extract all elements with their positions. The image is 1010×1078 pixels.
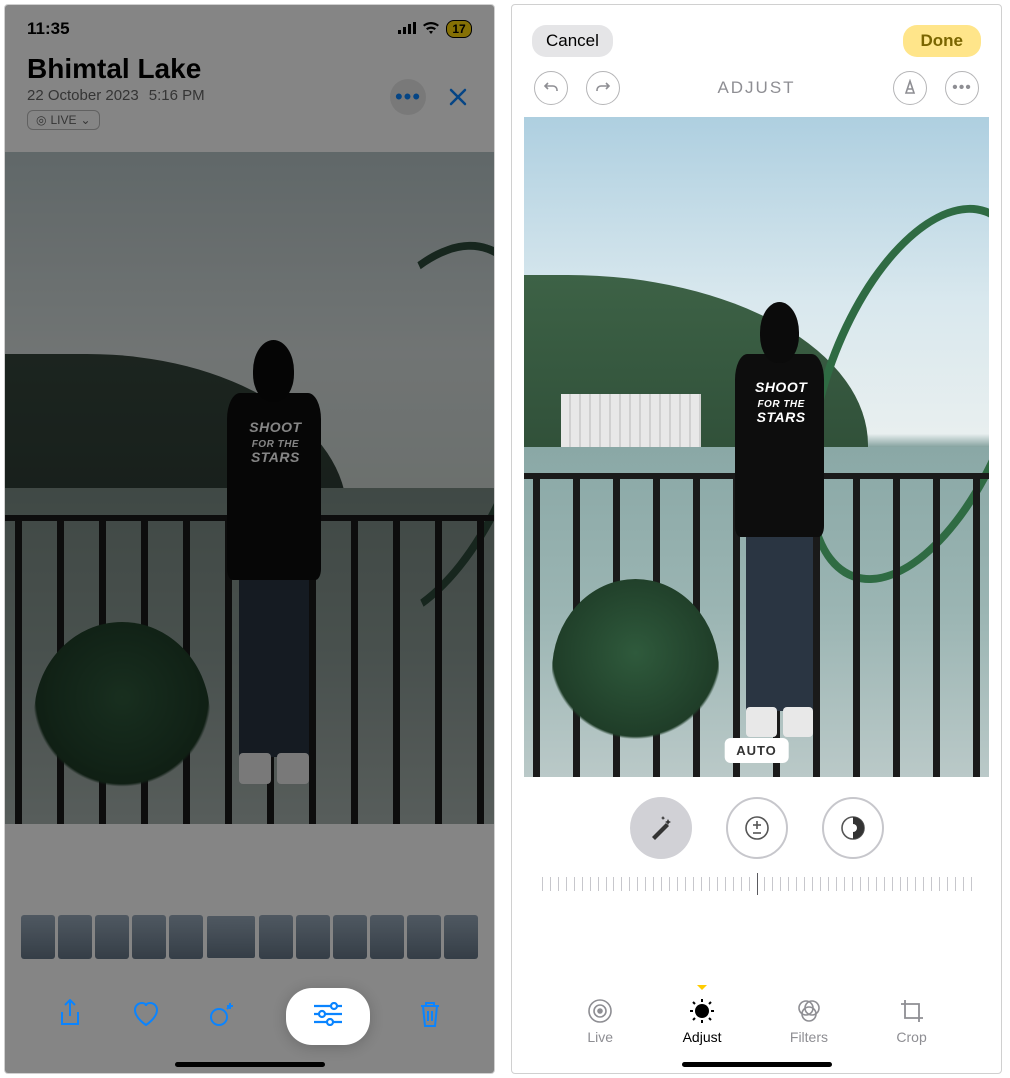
redo-icon	[594, 79, 612, 97]
live-badge[interactable]: ◎ LIVE ⌄	[27, 110, 100, 130]
wand-icon	[646, 813, 676, 843]
thumbnail[interactable]	[370, 915, 404, 959]
photo-time: 5:16 PM	[149, 87, 205, 104]
wifi-icon	[422, 19, 440, 39]
thumbnail-selected[interactable]	[206, 915, 256, 959]
more-button[interactable]: •••	[390, 79, 426, 115]
thumbnail-strip[interactable]	[5, 901, 494, 963]
sparkle-button[interactable]	[208, 1000, 238, 1033]
favorite-button[interactable]	[131, 1001, 161, 1032]
sparkle-icon	[208, 1000, 238, 1028]
adjust-icon	[688, 997, 716, 1025]
exposure-button[interactable]	[726, 797, 788, 859]
adjust-slider[interactable]	[542, 869, 971, 903]
tab-live[interactable]: Live	[586, 997, 614, 1045]
crop-icon	[898, 997, 926, 1025]
sliders-icon	[312, 1002, 344, 1026]
status-time: 11:35	[27, 19, 70, 39]
heart-icon	[131, 1001, 161, 1027]
edit-button[interactable]	[286, 988, 370, 1045]
thumbnail[interactable]	[58, 915, 92, 959]
thumbnail[interactable]	[132, 915, 166, 959]
adjustment-row	[512, 777, 1001, 869]
status-bar: 11:35 17	[5, 5, 494, 49]
battery-indicator: 17	[446, 20, 472, 38]
trash-icon	[418, 1000, 442, 1028]
tab-label: Live	[587, 1029, 613, 1045]
signal-icon	[398, 19, 416, 39]
redo-button[interactable]	[586, 71, 620, 105]
tab-label: Filters	[790, 1029, 828, 1045]
left-phone-screenshot: 11:35 17 Bhimtal Lake 22 October 2023 5:…	[4, 4, 495, 1074]
live-icon: ◎	[36, 113, 46, 127]
thumbnail[interactable]	[169, 915, 203, 959]
auto-enhance-button[interactable]	[630, 797, 692, 859]
thumbnail[interactable]	[21, 915, 55, 959]
brilliance-button[interactable]	[822, 797, 884, 859]
exposure-icon	[744, 815, 770, 841]
more-options-button[interactable]: •••	[945, 71, 979, 105]
share-button[interactable]	[57, 999, 83, 1034]
chevron-down-icon: ⌄	[81, 113, 91, 127]
cancel-button[interactable]: Cancel	[532, 25, 613, 57]
markup-icon	[901, 79, 919, 97]
tab-adjust[interactable]: Adjust	[683, 997, 722, 1045]
delete-button[interactable]	[418, 1000, 442, 1033]
thumbnail[interactable]	[296, 915, 330, 959]
tab-crop[interactable]: Crop	[896, 997, 926, 1045]
tab-label: Crop	[896, 1029, 926, 1045]
ellipsis-icon: •••	[395, 84, 421, 110]
right-phone-screenshot: Cancel Done ADJUST •••	[511, 4, 1002, 1074]
thumbnail[interactable]	[333, 915, 367, 959]
tab-filters[interactable]: Filters	[790, 997, 828, 1045]
tab-label: Adjust	[683, 1029, 722, 1045]
photo-date: 22 October 2023	[27, 87, 139, 104]
ellipsis-icon: •••	[952, 79, 972, 97]
auto-badge: AUTO	[724, 738, 789, 763]
brilliance-icon	[840, 815, 866, 841]
thumbnail[interactable]	[407, 915, 441, 959]
markup-button[interactable]	[893, 71, 927, 105]
edit-photo-preview[interactable]: SHOOTFOR THESTARS AUTO	[524, 117, 989, 777]
home-indicator[interactable]	[175, 1062, 325, 1067]
close-button[interactable]	[440, 79, 476, 115]
live-icon	[586, 997, 614, 1025]
thumbnail[interactable]	[259, 915, 293, 959]
thumbnail[interactable]	[95, 915, 129, 959]
share-icon	[57, 999, 83, 1029]
photo-preview[interactable]: SHOOTFOR THESTARS	[5, 152, 494, 824]
done-button[interactable]: Done	[903, 25, 982, 57]
editor-title: ADJUST	[717, 78, 795, 98]
undo-button[interactable]	[534, 71, 568, 105]
undo-icon	[542, 79, 560, 97]
filters-icon	[795, 997, 823, 1025]
thumbnail[interactable]	[444, 915, 478, 959]
home-indicator[interactable]	[682, 1062, 832, 1067]
close-icon	[447, 86, 469, 108]
